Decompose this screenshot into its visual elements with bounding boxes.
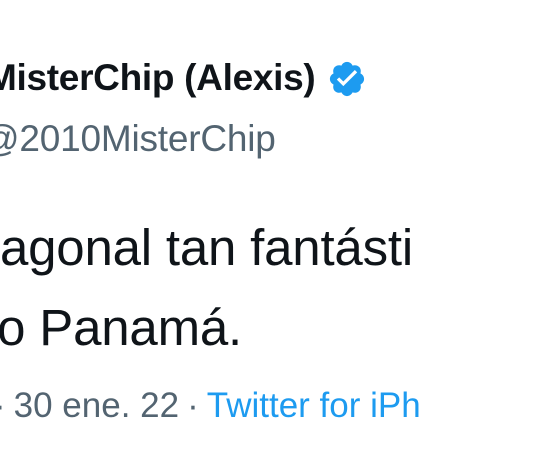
tweet-meta: · 30 ene. 22 · Twitter for iPh	[0, 386, 421, 426]
verified-badge-icon	[327, 59, 367, 99]
meta-separator: ·	[187, 386, 199, 425]
tweet-body: tagonal tan fantásti lo Panamá.	[0, 208, 413, 368]
tweet-source-link[interactable]: Twitter for iPh	[207, 386, 421, 426]
tweet-card: MisterChip (Alexis) @2010MisterChip tago…	[0, 0, 534, 462]
tweet-date[interactable]: 30 ene. 22	[6, 386, 179, 426]
author-handle[interactable]: @2010MisterChip	[0, 118, 276, 160]
author-display-name[interactable]: MisterChip (Alexis)	[0, 57, 316, 99]
tweet-text-line-2: lo Panamá.	[0, 299, 242, 356]
tweet-text-line-1: tagonal tan fantásti	[0, 219, 413, 276]
author-row: MisterChip (Alexis)	[0, 52, 367, 104]
